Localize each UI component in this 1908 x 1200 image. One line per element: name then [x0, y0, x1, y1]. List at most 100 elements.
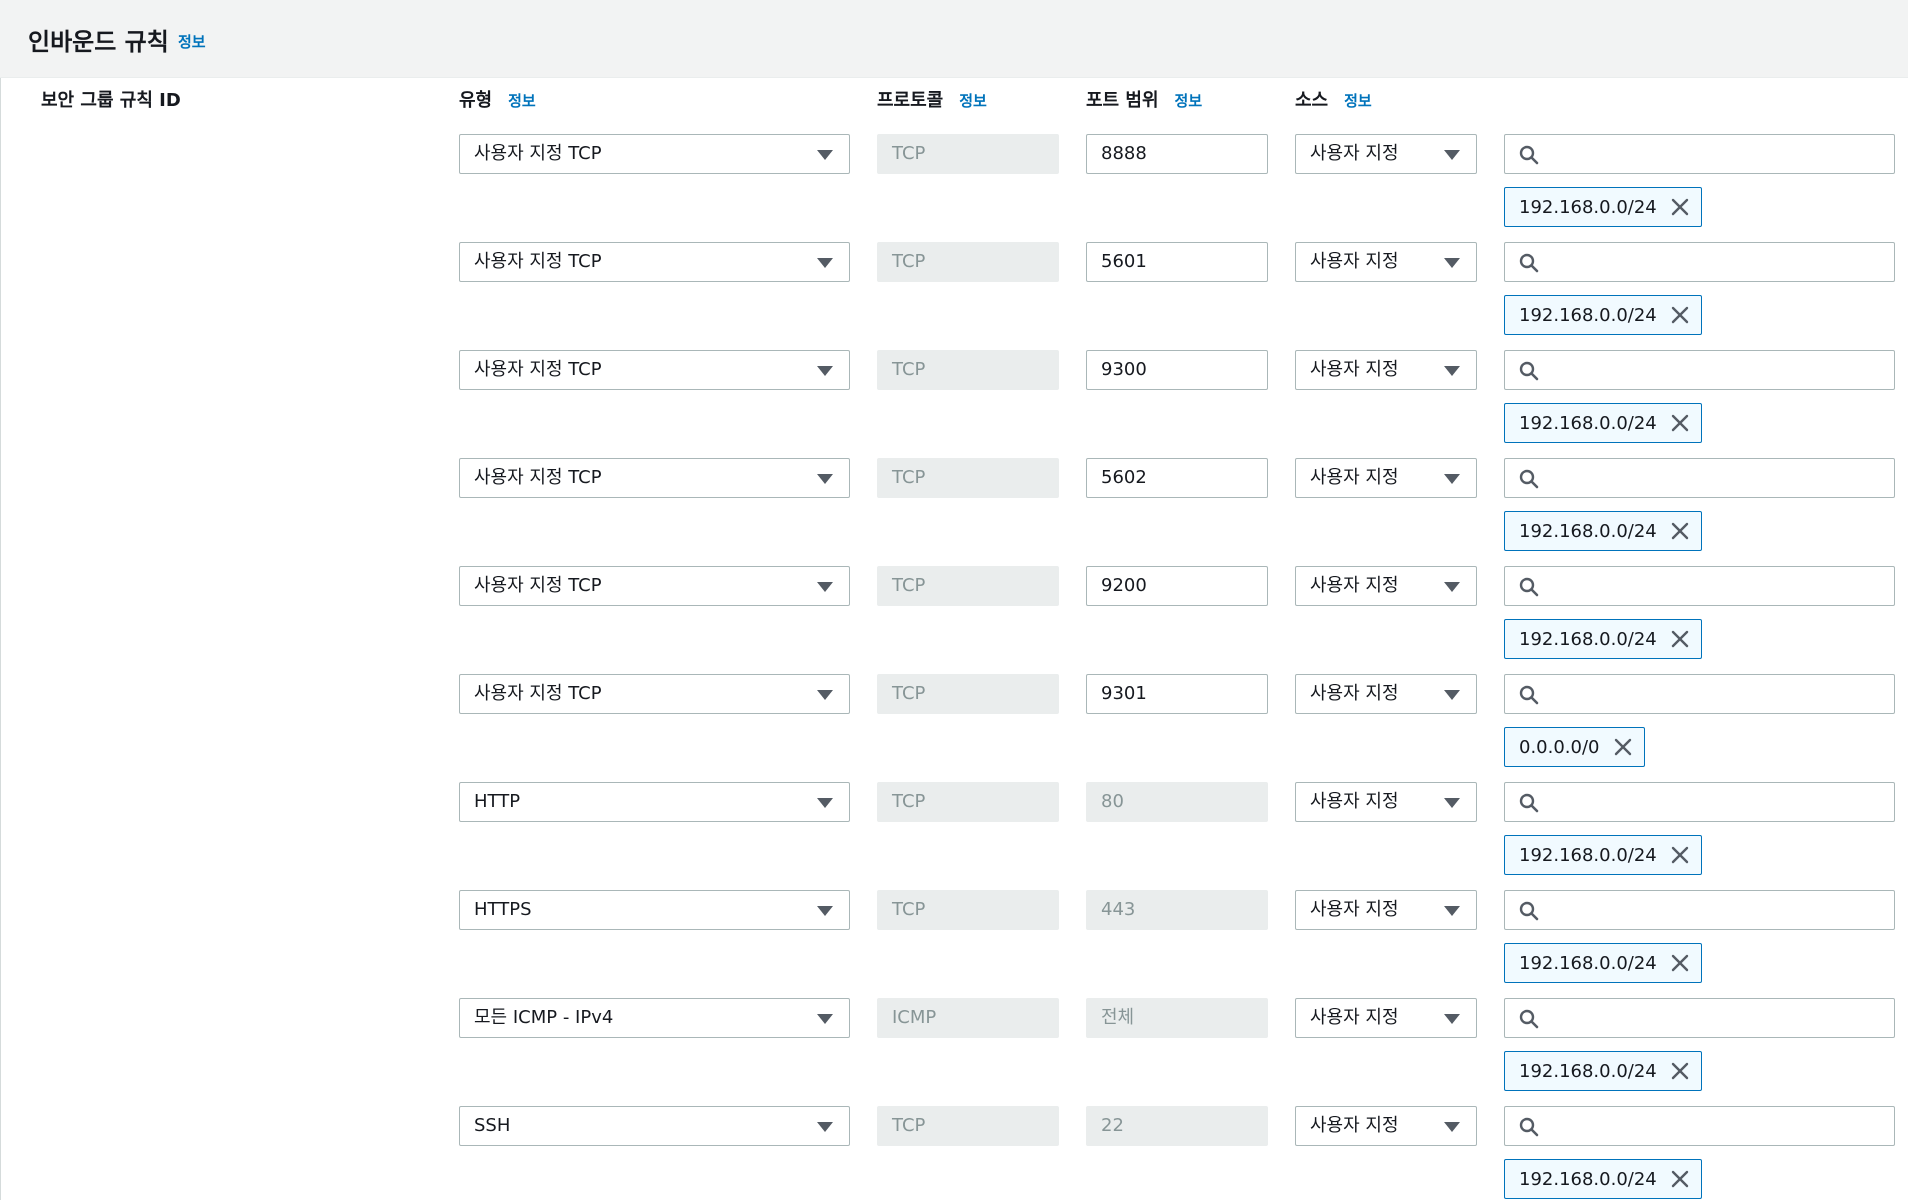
- source-search-input[interactable]: [1504, 134, 1895, 174]
- rule-type-select[interactable]: SSH: [459, 1106, 850, 1146]
- cidr-token-label: 0.0.0.0/0: [1519, 736, 1600, 758]
- source-search-input[interactable]: [1504, 566, 1895, 606]
- caret-down-icon: [817, 582, 833, 592]
- source-search-input[interactable]: [1504, 782, 1895, 822]
- rule-port-input[interactable]: 8888: [1086, 134, 1268, 174]
- rule-source-value: 사용자 지정: [1310, 899, 1399, 920]
- rule-type-select[interactable]: 모든 ICMP - IPv4: [459, 998, 850, 1038]
- caret-down-icon: [1444, 1014, 1460, 1024]
- cidr-token: 192.168.0.0/24: [1504, 403, 1702, 443]
- close-icon[interactable]: [1671, 306, 1689, 324]
- rule-port-input: 22: [1086, 1106, 1268, 1146]
- rule-source-select[interactable]: 사용자 지정: [1295, 242, 1477, 282]
- rule-protocol-field: TCP: [877, 1106, 1059, 1146]
- caret-down-icon: [1444, 258, 1460, 268]
- cidr-token: 192.168.0.0/24: [1504, 835, 1702, 875]
- inbound-rules-panel: 인바운드 규칙 정보 보안 그룹 규칙 ID 유형 정보 프로토콜 정보 포트 범위…: [0, 0, 1908, 1200]
- source-info-link[interactable]: 정보: [1344, 92, 1372, 110]
- rule-port-input[interactable]: 9300: [1086, 350, 1268, 390]
- source-search-input[interactable]: [1504, 458, 1895, 498]
- rule-row: 사용자 지정 TCP TCP 5601 사용자 지정 192.168.0.0/24: [0, 242, 1908, 350]
- close-icon[interactable]: [1671, 522, 1689, 540]
- source-search-input[interactable]: [1504, 350, 1895, 390]
- caret-down-icon: [1444, 798, 1460, 808]
- rule-source-select[interactable]: 사용자 지정: [1295, 782, 1477, 822]
- source-search-input[interactable]: [1504, 998, 1895, 1038]
- cidr-token: 192.168.0.0/24: [1504, 187, 1702, 227]
- rule-source-select[interactable]: 사용자 지정: [1295, 134, 1477, 174]
- caret-down-icon: [817, 798, 833, 808]
- rule-port-input[interactable]: 5601: [1086, 242, 1268, 282]
- rule-type-select[interactable]: 사용자 지정 TCP: [459, 674, 850, 714]
- rule-type-select[interactable]: HTTP: [459, 782, 850, 822]
- close-icon[interactable]: [1614, 738, 1632, 756]
- rule-row: SSH TCP 22 사용자 지정 192.168.0.0/24: [0, 1106, 1908, 1200]
- rule-source-select[interactable]: 사용자 지정: [1295, 674, 1477, 714]
- caret-down-icon: [1444, 366, 1460, 376]
- rule-port-value: 9300: [1101, 359, 1147, 380]
- rule-port-input[interactable]: 9301: [1086, 674, 1268, 714]
- rule-port-input: 443: [1086, 890, 1268, 930]
- source-search-input[interactable]: [1504, 1106, 1895, 1146]
- rule-row: 사용자 지정 TCP TCP 9301 사용자 지정 0.0.0.0/0: [0, 674, 1908, 782]
- column-header-source-label: 소스: [1295, 90, 1329, 111]
- rule-port-value: 22: [1101, 1115, 1124, 1136]
- rule-protocol-field: TCP: [877, 566, 1059, 606]
- close-icon[interactable]: [1671, 1062, 1689, 1080]
- close-icon[interactable]: [1671, 414, 1689, 432]
- cidr-token-label: 192.168.0.0/24: [1519, 412, 1657, 434]
- rule-protocol-value: TCP: [892, 791, 926, 812]
- rule-protocol-value: TCP: [892, 143, 926, 164]
- rule-port-value: 443: [1101, 899, 1136, 920]
- cidr-token: 192.168.0.0/24: [1504, 1159, 1702, 1199]
- cidr-token-label: 192.168.0.0/24: [1519, 628, 1657, 650]
- rule-source-select[interactable]: 사용자 지정: [1295, 350, 1477, 390]
- port-range-info-link[interactable]: 정보: [1175, 92, 1203, 110]
- rule-type-select[interactable]: 사용자 지정 TCP: [459, 566, 850, 606]
- close-icon[interactable]: [1671, 1170, 1689, 1188]
- close-icon[interactable]: [1671, 630, 1689, 648]
- rule-port-input: 전체: [1086, 998, 1268, 1038]
- caret-down-icon: [817, 258, 833, 268]
- cidr-token-label: 192.168.0.0/24: [1519, 952, 1657, 974]
- caret-down-icon: [1444, 582, 1460, 592]
- rule-row: HTTP TCP 80 사용자 지정 192.168.0.0/24: [0, 782, 1908, 890]
- rule-protocol-value: TCP: [892, 251, 926, 272]
- column-header-type-label: 유형: [459, 90, 493, 111]
- rule-protocol-value: TCP: [892, 899, 926, 920]
- rule-type-select[interactable]: HTTPS: [459, 890, 850, 930]
- protocol-info-link[interactable]: 정보: [959, 92, 987, 110]
- close-icon[interactable]: [1671, 846, 1689, 864]
- rule-type-value: HTTPS: [474, 899, 532, 920]
- source-search-input[interactable]: [1504, 674, 1895, 714]
- cidr-token: 192.168.0.0/24: [1504, 943, 1702, 983]
- source-search-input[interactable]: [1504, 242, 1895, 282]
- rule-port-input[interactable]: 9200: [1086, 566, 1268, 606]
- rule-protocol-value: TCP: [892, 359, 926, 380]
- close-icon[interactable]: [1671, 198, 1689, 216]
- rule-source-value: 사용자 지정: [1310, 467, 1399, 488]
- rule-type-select[interactable]: 사용자 지정 TCP: [459, 350, 850, 390]
- rule-source-select[interactable]: 사용자 지정: [1295, 998, 1477, 1038]
- caret-down-icon: [1444, 906, 1460, 916]
- rule-type-select[interactable]: 사용자 지정 TCP: [459, 134, 850, 174]
- rule-port-value: 5601: [1101, 251, 1147, 272]
- rule-source-select[interactable]: 사용자 지정: [1295, 1106, 1477, 1146]
- source-search-input[interactable]: [1504, 890, 1895, 930]
- rule-source-select[interactable]: 사용자 지정: [1295, 566, 1477, 606]
- cidr-token: 0.0.0.0/0: [1504, 727, 1645, 767]
- close-icon[interactable]: [1671, 954, 1689, 972]
- rule-source-select[interactable]: 사용자 지정: [1295, 890, 1477, 930]
- rule-source-value: 사용자 지정: [1310, 683, 1399, 704]
- type-info-link[interactable]: 정보: [508, 92, 536, 110]
- rule-type-value: 사용자 지정 TCP: [474, 359, 602, 380]
- panel-info-link[interactable]: 정보: [178, 31, 206, 52]
- rule-port-input[interactable]: 5602: [1086, 458, 1268, 498]
- rule-type-select[interactable]: 사용자 지정 TCP: [459, 458, 850, 498]
- caret-down-icon: [817, 1014, 833, 1024]
- rule-source-select[interactable]: 사용자 지정: [1295, 458, 1477, 498]
- rule-port-value: 전체: [1101, 1007, 1135, 1028]
- rule-type-select[interactable]: 사용자 지정 TCP: [459, 242, 850, 282]
- rule-protocol-field: TCP: [877, 242, 1059, 282]
- column-header-rule-id-label: 보안 그룹 규칙 ID: [41, 90, 181, 111]
